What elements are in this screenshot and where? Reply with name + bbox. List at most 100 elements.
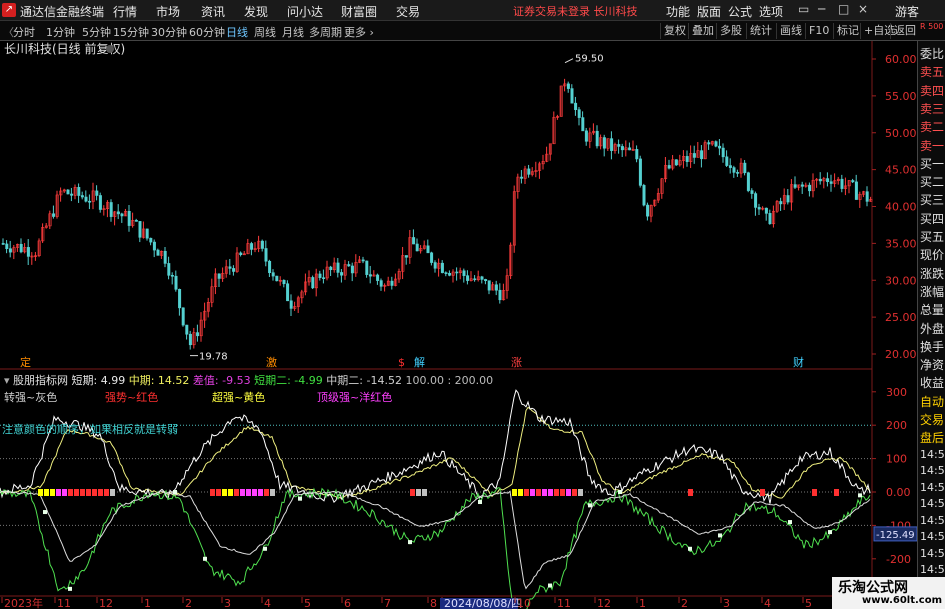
period-daily[interactable]: 日线 <box>226 24 248 40</box>
side-panel-label: 14:56 <box>920 480 945 494</box>
candle-body <box>8 248 12 253</box>
period-weekly[interactable]: 周线 <box>254 24 276 40</box>
signal-marker <box>173 490 177 494</box>
period-30min[interactable]: 30分钟 <box>151 24 187 40</box>
candle-body <box>646 204 650 217</box>
strength-bar <box>416 489 421 496</box>
side-panel-label: 涨幅 <box>920 284 945 299</box>
strength-bar <box>566 489 571 496</box>
candle-body <box>347 264 351 267</box>
signal-marker <box>408 540 412 545</box>
strength-bar <box>760 489 765 496</box>
candle-body <box>584 130 588 142</box>
period-60min[interactable]: 60分钟 <box>189 24 225 40</box>
tool-f10[interactable]: F10 <box>805 23 832 39</box>
candle-body <box>610 138 614 151</box>
candle-body <box>95 190 99 196</box>
x-tick-label: 10 <box>517 597 531 609</box>
app-logo-icon: ↗ <box>2 3 16 17</box>
candle-body <box>361 259 365 262</box>
tool-restore-rights[interactable]: 复权 <box>660 23 689 39</box>
tool-back[interactable]: 返回 <box>890 23 919 39</box>
period-intraday[interactable]: 分时 <box>13 24 35 40</box>
tool-mark[interactable]: 标记 <box>833 23 862 39</box>
candle-body <box>174 275 178 290</box>
x-tick-label: 3 <box>723 597 730 609</box>
tool-overlay[interactable]: 叠加 <box>688 23 717 39</box>
strength-bar <box>56 489 61 496</box>
candle-body <box>52 213 56 217</box>
menu-ask[interactable]: 问小达 <box>287 3 323 20</box>
strength-bar <box>50 489 55 496</box>
candle-body <box>404 255 408 258</box>
candle-body <box>440 262 444 273</box>
kline-chart[interactable]: 60.0055.0050.0045.0040.0035.0030.0025.00… <box>0 41 917 609</box>
menu-discover[interactable]: 发现 <box>244 3 268 20</box>
candle-body <box>80 195 84 198</box>
menu-function[interactable]: 功能 <box>666 3 690 20</box>
side-panel-label: 盘后 <box>920 431 945 446</box>
period-monthly[interactable]: 月线 <box>282 24 304 40</box>
candle-body <box>818 178 822 182</box>
menu-market-quote[interactable]: 行情 <box>113 3 137 20</box>
candle-body <box>754 193 758 208</box>
x-tick-label: 4 <box>764 597 771 609</box>
candle-body <box>196 332 200 337</box>
period-multi[interactable]: 多周期 <box>309 24 342 40</box>
period-5min[interactable]: 5分钟 <box>82 24 111 40</box>
menu-options[interactable]: 选项 <box>759 3 783 20</box>
tool-draw-line[interactable]: 画线 <box>776 23 805 39</box>
candle-body <box>138 221 142 238</box>
message-icon[interactable]: ▭ <box>798 2 809 16</box>
strength-bar <box>554 489 559 496</box>
menu-trade[interactable]: 交易 <box>396 3 420 20</box>
side-panel-label: 14:56 <box>920 447 945 461</box>
x-tick-label: 11 <box>57 597 71 609</box>
candle-body <box>5 243 9 250</box>
signal-marker <box>548 583 552 588</box>
candle-body <box>1 243 5 245</box>
strength-bar <box>530 489 535 496</box>
x-tick-label: 7 <box>384 597 391 609</box>
candle-body <box>390 280 394 286</box>
candle-body <box>826 178 830 182</box>
menu-wealth[interactable]: 财富圈 <box>341 3 377 20</box>
candle-body <box>602 137 606 149</box>
indicator-legend: 强势~红色 <box>105 390 158 404</box>
menu-layout[interactable]: 版面 <box>697 3 721 20</box>
user-label[interactable]: 游客 <box>895 3 919 20</box>
candle-body <box>732 167 736 173</box>
candle-body <box>350 265 354 274</box>
candle-body <box>217 273 221 279</box>
minimize-icon[interactable]: ─ <box>818 2 825 16</box>
menu-market[interactable]: 市场 <box>156 3 180 20</box>
strength-bar <box>222 489 227 496</box>
strength-bar <box>572 489 577 496</box>
menu-news[interactable]: 资讯 <box>201 3 225 20</box>
price-tick-label: 40.00 <box>885 201 917 214</box>
candle-body <box>268 260 272 273</box>
candle-body <box>768 213 772 225</box>
close-icon[interactable]: × <box>858 2 868 16</box>
maximize-icon[interactable]: □ <box>838 2 849 16</box>
tool-statistics[interactable]: 统计 <box>746 23 775 39</box>
period-15min[interactable]: 15分钟 <box>113 24 149 40</box>
strength-bar <box>258 489 263 496</box>
candle-body <box>66 189 70 195</box>
candle-body <box>667 165 671 169</box>
menu-formula[interactable]: 公式 <box>728 3 752 20</box>
period-more[interactable]: 更多 › <box>344 24 374 40</box>
strength-bar <box>110 489 115 496</box>
tool-multi-stock[interactable]: 多股 <box>716 23 745 39</box>
side-panel-label: 总量 <box>920 303 945 318</box>
price-tick-label: 35.00 <box>885 237 917 250</box>
signal-marker <box>298 496 302 501</box>
candle-body <box>156 249 160 256</box>
period-1min[interactable]: 1分钟 <box>46 24 75 40</box>
x-tick-label: 12 <box>597 597 611 609</box>
candle-body <box>232 268 236 272</box>
strength-bar <box>548 489 553 496</box>
login-notice[interactable]: 证券交易未登录 长川科技 <box>513 3 638 19</box>
x-tick-label: 1 <box>144 597 151 609</box>
side-panel-label: 14:56 <box>920 563 945 577</box>
